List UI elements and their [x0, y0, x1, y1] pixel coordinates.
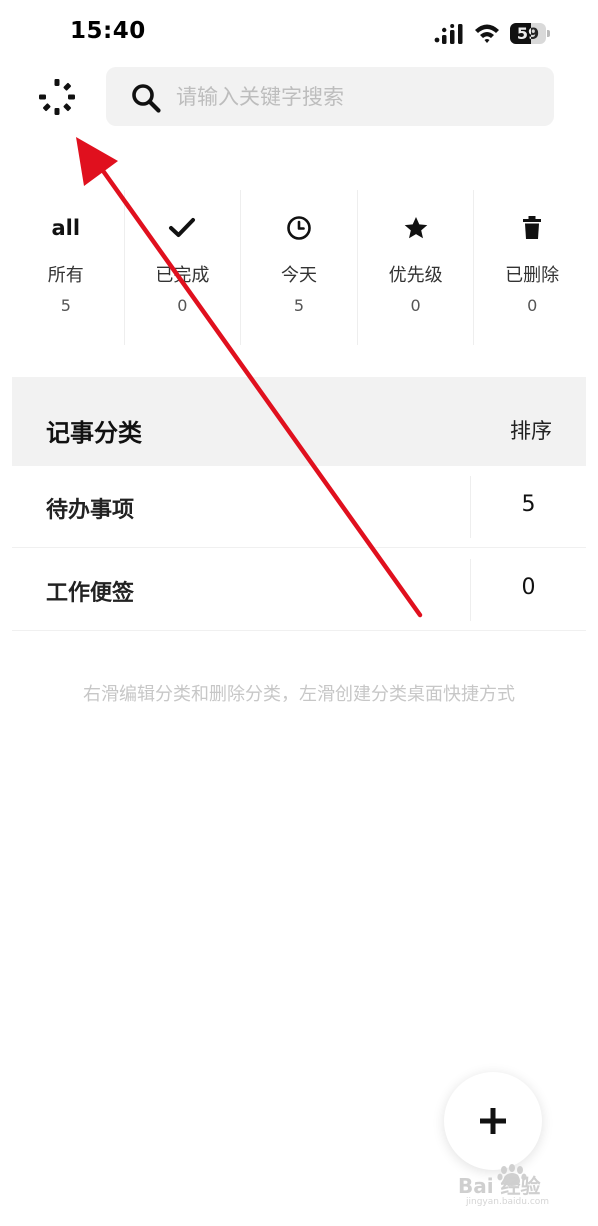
filter-label: 今天 [280, 265, 317, 286]
category-row-todo[interactable]: 待办事项 5 [12, 466, 586, 548]
watermark-text: Bai 经验 [458, 1174, 541, 1198]
filter-today[interactable]: 今天 5 [241, 190, 358, 345]
category-row-label: 工作便签 [46, 581, 135, 606]
plus-icon [480, 1108, 506, 1134]
filter-all[interactable]: all 所有 5 [8, 190, 125, 345]
filter-count: 0 [527, 296, 538, 315]
filter-label: 已删除 [505, 265, 560, 286]
filter-label: 优先级 [388, 265, 443, 286]
search-input[interactable] [176, 67, 536, 126]
all-icon: all [8, 214, 124, 242]
category-row-count: 0 [521, 575, 536, 600]
clock-icon [287, 216, 311, 240]
checkmark-icon [169, 218, 196, 237]
filter-count: 0 [177, 296, 188, 315]
filter-label: 所有 [47, 265, 84, 286]
filter-count: 5 [293, 296, 305, 315]
category-title: 记事分类 [46, 419, 142, 447]
filter-tabs: all 所有 5 已完成 0 今天 5 优先级 0 已删除 0 [8, 190, 590, 345]
cellular-signal-icon [434, 24, 463, 44]
add-note-button[interactable] [444, 1072, 542, 1170]
filter-deleted[interactable]: 已删除 0 [474, 190, 590, 345]
sort-button[interactable]: 排序 [510, 415, 552, 445]
status-time: 15:40 [70, 18, 146, 44]
filter-priority[interactable]: 优先级 0 [358, 190, 475, 345]
filter-completed[interactable]: 已完成 0 [125, 190, 242, 345]
baidu-jingyan-watermark: Bai 经验 jingyan.baidu.com [458, 1164, 549, 1206]
battery-percent: 59 [516, 24, 540, 43]
category-header: 记事分类 排序 [12, 377, 586, 466]
category-row-label: 待办事项 [46, 498, 135, 523]
filter-count: 0 [410, 296, 421, 315]
filter-label: 已完成 [155, 265, 210, 286]
filter-count: 5 [60, 296, 71, 315]
loading-spinner-icon[interactable] [38, 78, 76, 116]
annotation-arrow-head [76, 137, 118, 186]
category-row-work-notes[interactable]: 工作便签 0 [12, 549, 586, 631]
filter-all-icon-text: all [51, 216, 81, 240]
wifi-icon [475, 24, 499, 43]
watermark-subtext: jingyan.baidu.com [465, 1197, 549, 1206]
search-bar[interactable] [106, 67, 554, 126]
trash-icon [523, 216, 542, 239]
star-icon [404, 217, 427, 239]
search-icon [132, 84, 161, 113]
swipe-hint-text: 右滑编辑分类和删除分类，左滑创建分类桌面快捷方式 [83, 684, 515, 705]
battery-indicator: 59 [510, 23, 550, 44]
status-bar: 15:40 59 [0, 0, 598, 62]
category-row-count: 5 [521, 492, 536, 517]
